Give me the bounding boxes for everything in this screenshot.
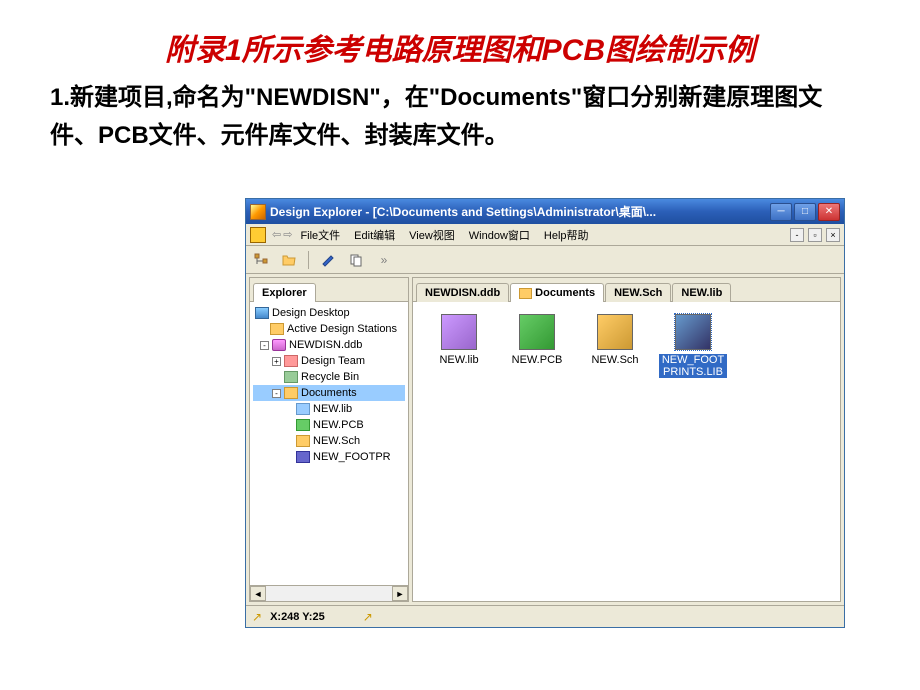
menubar: ⇦ ⇨ File文件 Edit编辑 View视图 Window窗口 Help帮助… (246, 224, 844, 246)
minimize-button[interactable]: ─ (770, 203, 792, 221)
tree-file-lib[interactable]: NEW.lib (253, 401, 405, 417)
scroll-right-icon[interactable]: ► (392, 586, 408, 601)
sch-icon (296, 435, 310, 447)
file-sch-label: NEW.Sch (591, 354, 638, 366)
toolbar: » (246, 246, 844, 274)
close-button[interactable]: ✕ (818, 203, 840, 221)
tree-file-footprint[interactable]: NEW_FOOTPR (253, 449, 405, 465)
pcb-file-icon (519, 314, 555, 350)
cursor-coordinates: X:248 Y:25 (270, 611, 325, 623)
explorer-icon[interactable] (250, 227, 266, 243)
content-panel: NEWDISN.ddb Documents NEW.Sch NEW.lib NE… (412, 277, 841, 602)
tab-sch[interactable]: NEW.Sch (605, 283, 671, 302)
footprint-file-icon (675, 314, 711, 350)
tab-ddb[interactable]: NEWDISN.ddb (416, 283, 509, 302)
project-tree[interactable]: Design Desktop Active Design Stations - … (250, 302, 408, 585)
tree-fp-label: NEW_FOOTPR (313, 449, 391, 465)
team-icon (284, 355, 298, 367)
file-pcb-label: NEW.PCB (512, 354, 563, 366)
scroll-track[interactable] (266, 586, 392, 601)
window-title: Design Explorer - [C:\Documents and Sett… (270, 203, 766, 220)
status-pin-icon: ↗ (363, 610, 373, 624)
mdi-close-button[interactable]: × (826, 228, 840, 242)
tree-recycle-label: Recycle Bin (301, 369, 359, 385)
folder-icon (284, 387, 298, 399)
tab-documents[interactable]: Documents (510, 283, 604, 302)
toolbar-separator (308, 251, 309, 269)
tab-lib[interactable]: NEW.lib (672, 283, 731, 302)
expander-icon[interactable]: - (272, 389, 281, 398)
tree-tool-icon[interactable] (252, 251, 270, 269)
tree-documents-label: Documents (301, 385, 357, 401)
edit-tool-icon[interactable] (319, 251, 337, 269)
tree-pcb-label: NEW.PCB (313, 417, 364, 433)
footprint-icon (296, 451, 310, 463)
tree-project-label: NEWDISN.ddb (289, 337, 362, 353)
explorer-tabs: Explorer (250, 278, 408, 302)
ddb-icon (272, 339, 286, 351)
open-tool-icon[interactable] (280, 251, 298, 269)
folder-icon (270, 323, 284, 335)
slide-body-text: 1.新建项目,命名为"NEWDISN"，在"Documents"窗口分别新建原理… (0, 79, 920, 171)
file-item-pcb[interactable]: NEW.PCB (501, 312, 573, 368)
expander-icon[interactable]: + (272, 357, 281, 366)
file-item-footprint[interactable]: NEW_FOOTPRINTS.LIB (657, 312, 729, 380)
explorer-panel: Explorer Design Desktop Active Design St… (249, 277, 409, 602)
window-controls: ─ □ ✕ (770, 203, 840, 221)
folder-icon (519, 288, 532, 299)
tree-project[interactable]: - NEWDISN.ddb (253, 337, 405, 353)
tree-lib-label: NEW.lib (313, 401, 352, 417)
file-item-sch[interactable]: NEW.Sch (579, 312, 651, 368)
lib-file-icon (441, 314, 477, 350)
copy-tool-icon[interactable] (347, 251, 365, 269)
tree-design-team[interactable]: + Design Team (253, 353, 405, 369)
tab-documents-label: Documents (535, 287, 595, 299)
cursor-pos-icon: ↗ (252, 610, 262, 624)
slide-title: 附录1所示参考电路原理图和PCB图绘制示例 (0, 0, 920, 79)
pcb-icon (296, 419, 310, 431)
scroll-left-icon[interactable]: ◄ (250, 586, 266, 601)
app-icon (250, 204, 266, 220)
mdi-restore-button[interactable]: ▫ (808, 228, 822, 242)
menu-nav-left-icon[interactable]: ⇦ (272, 228, 281, 241)
tree-sch-label: NEW.Sch (313, 433, 360, 449)
tab-explorer[interactable]: Explorer (253, 283, 316, 302)
lib-icon (296, 403, 310, 415)
mdi-minimize-button[interactable]: - (790, 228, 804, 242)
menu-edit[interactable]: Edit编辑 (348, 225, 401, 245)
expander-icon[interactable]: - (260, 341, 269, 350)
titlebar[interactable]: Design Explorer - [C:\Documents and Sett… (246, 199, 844, 224)
file-fp-label: NEW_FOOTPRINTS.LIB (659, 354, 727, 378)
tree-file-pcb[interactable]: NEW.PCB (253, 417, 405, 433)
tree-root-label: Design Desktop (272, 305, 350, 321)
tree-stations-label: Active Design Stations (287, 321, 397, 337)
toolbar-dropdown-icon[interactable]: » (375, 251, 393, 269)
sch-file-icon (597, 314, 633, 350)
menu-help[interactable]: Help帮助 (538, 225, 595, 245)
file-list[interactable]: NEW.lib NEW.PCB NEW.Sch NEW_FOOTPRINTS.L… (413, 302, 840, 601)
tree-root[interactable]: Design Desktop (253, 305, 405, 321)
desktop-icon (255, 307, 269, 319)
tree-team-label: Design Team (301, 353, 365, 369)
tree-file-sch[interactable]: NEW.Sch (253, 433, 405, 449)
menu-file[interactable]: File文件 (294, 225, 346, 245)
design-explorer-window: Design Explorer - [C:\Documents and Sett… (245, 198, 845, 628)
main-area: Explorer Design Desktop Active Design St… (246, 274, 844, 605)
statusbar: ↗ X:248 Y:25 ↗ (246, 605, 844, 627)
menu-view[interactable]: View视图 (403, 225, 461, 245)
file-item-lib[interactable]: NEW.lib (423, 312, 495, 368)
menu-window[interactable]: Window窗口 (463, 225, 536, 245)
tree-scrollbar[interactable]: ◄ ► (250, 585, 408, 601)
content-tabs: NEWDISN.ddb Documents NEW.Sch NEW.lib (413, 278, 840, 302)
tree-documents[interactable]: - Documents (253, 385, 405, 401)
recycle-icon (284, 371, 298, 383)
tree-stations[interactable]: Active Design Stations (253, 321, 405, 337)
menu-nav-right-icon[interactable]: ⇨ (283, 228, 292, 241)
maximize-button[interactable]: □ (794, 203, 816, 221)
file-lib-label: NEW.lib (439, 354, 478, 366)
tree-recycle-bin[interactable]: Recycle Bin (253, 369, 405, 385)
